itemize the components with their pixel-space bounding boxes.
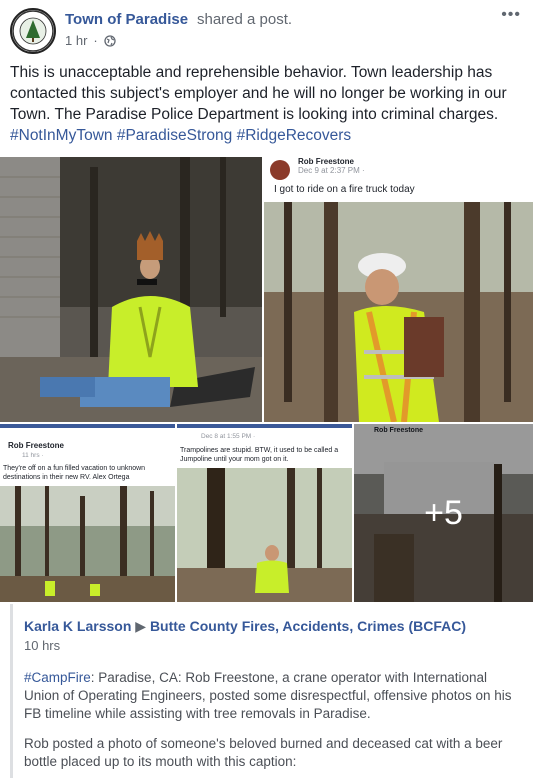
post-hashtags[interactable]: #NotInMyTown #ParadiseStrong #RidgeRecov…	[10, 127, 351, 144]
post-meta: 1 hr ·	[65, 33, 116, 48]
more-photos-count[interactable]: +5	[354, 494, 533, 533]
photo-3-image	[0, 486, 175, 602]
author-avatar	[270, 160, 290, 180]
photo-rv-post[interactable]: Rob Freestone 11 hrs · They're off on a …	[0, 424, 175, 602]
page-avatar[interactable]	[10, 8, 56, 54]
post-caption: Trampolines are stupid. BTW, it used to …	[180, 447, 339, 463]
meta-separator: ·	[93, 33, 98, 48]
post-date: Dec 8 at 1:55 PM ·	[201, 433, 256, 440]
shared-paragraph-2: Rob posted a photo of someone's beloved …	[24, 736, 503, 769]
shared-label: shared a post.	[197, 11, 293, 28]
arrow-right-icon: ▶	[135, 618, 147, 634]
post-card: Town of Paradise shared a post. 1 hr · •…	[0, 0, 533, 778]
photo-2-image	[264, 202, 533, 422]
author-name: Rob Freestone	[298, 157, 355, 166]
post-header: Town of Paradise shared a post. 1 hr · •…	[10, 6, 523, 54]
photo-fire-truck-post[interactable]: Rob Freestone Dec 9 at 2:37 PM · I got t…	[264, 157, 533, 422]
shared-post: Karla K Larsson ▶ Butte County Fires, Ac…	[10, 604, 523, 778]
post-body-text: This is unacceptable and reprehensible b…	[10, 64, 507, 123]
photo-more-post[interactable]: Rob Freestone +5	[354, 424, 533, 602]
shared-timestamp[interactable]: 10 hrs	[24, 638, 60, 653]
photo-1-image	[0, 157, 262, 422]
shared-paragraph-1-text: : Paradise, CA: Rob Freestone, a crane o…	[24, 670, 512, 721]
group-link[interactable]: Butte County Fires, Accidents, Crimes (B…	[150, 618, 466, 634]
shared-author-link[interactable]: Karla K Larsson	[24, 618, 131, 634]
photo-header-bar	[177, 424, 352, 428]
photo-man-with-hat[interactable]	[0, 157, 262, 422]
post-timestamp[interactable]: 1 hr	[65, 33, 87, 48]
post-date: Dec 9 at 2:37 PM ·	[298, 166, 365, 175]
photo-trampoline-post[interactable]: Dec 8 at 1:55 PM · Trampolines are stupi…	[177, 424, 352, 602]
post-date: 11 hrs ·	[22, 452, 44, 459]
photo-4-image	[177, 468, 352, 602]
town-seal-icon	[12, 10, 54, 52]
page-name-link[interactable]: Town of Paradise	[65, 11, 188, 28]
globe-icon[interactable]	[104, 34, 116, 47]
shared-paragraph-1: #CampFire: Paradise, CA: Rob Freestone, …	[24, 669, 514, 723]
campfire-hashtag[interactable]: #CampFire	[24, 670, 91, 685]
more-options-button[interactable]: •••	[501, 6, 521, 24]
post-caption: I got to ride on a fire truck today	[274, 184, 415, 195]
shared-author-line: Karla K Larsson ▶ Butte County Fires, Ac…	[24, 618, 466, 635]
photo-header-bar	[0, 424, 175, 428]
post-body: This is unacceptable and reprehensible b…	[10, 62, 523, 146]
shared-post-border	[10, 604, 13, 778]
post-caption: They're off on a fun filled vacation to …	[3, 465, 146, 481]
author-name: Rob Freestone	[8, 441, 65, 450]
